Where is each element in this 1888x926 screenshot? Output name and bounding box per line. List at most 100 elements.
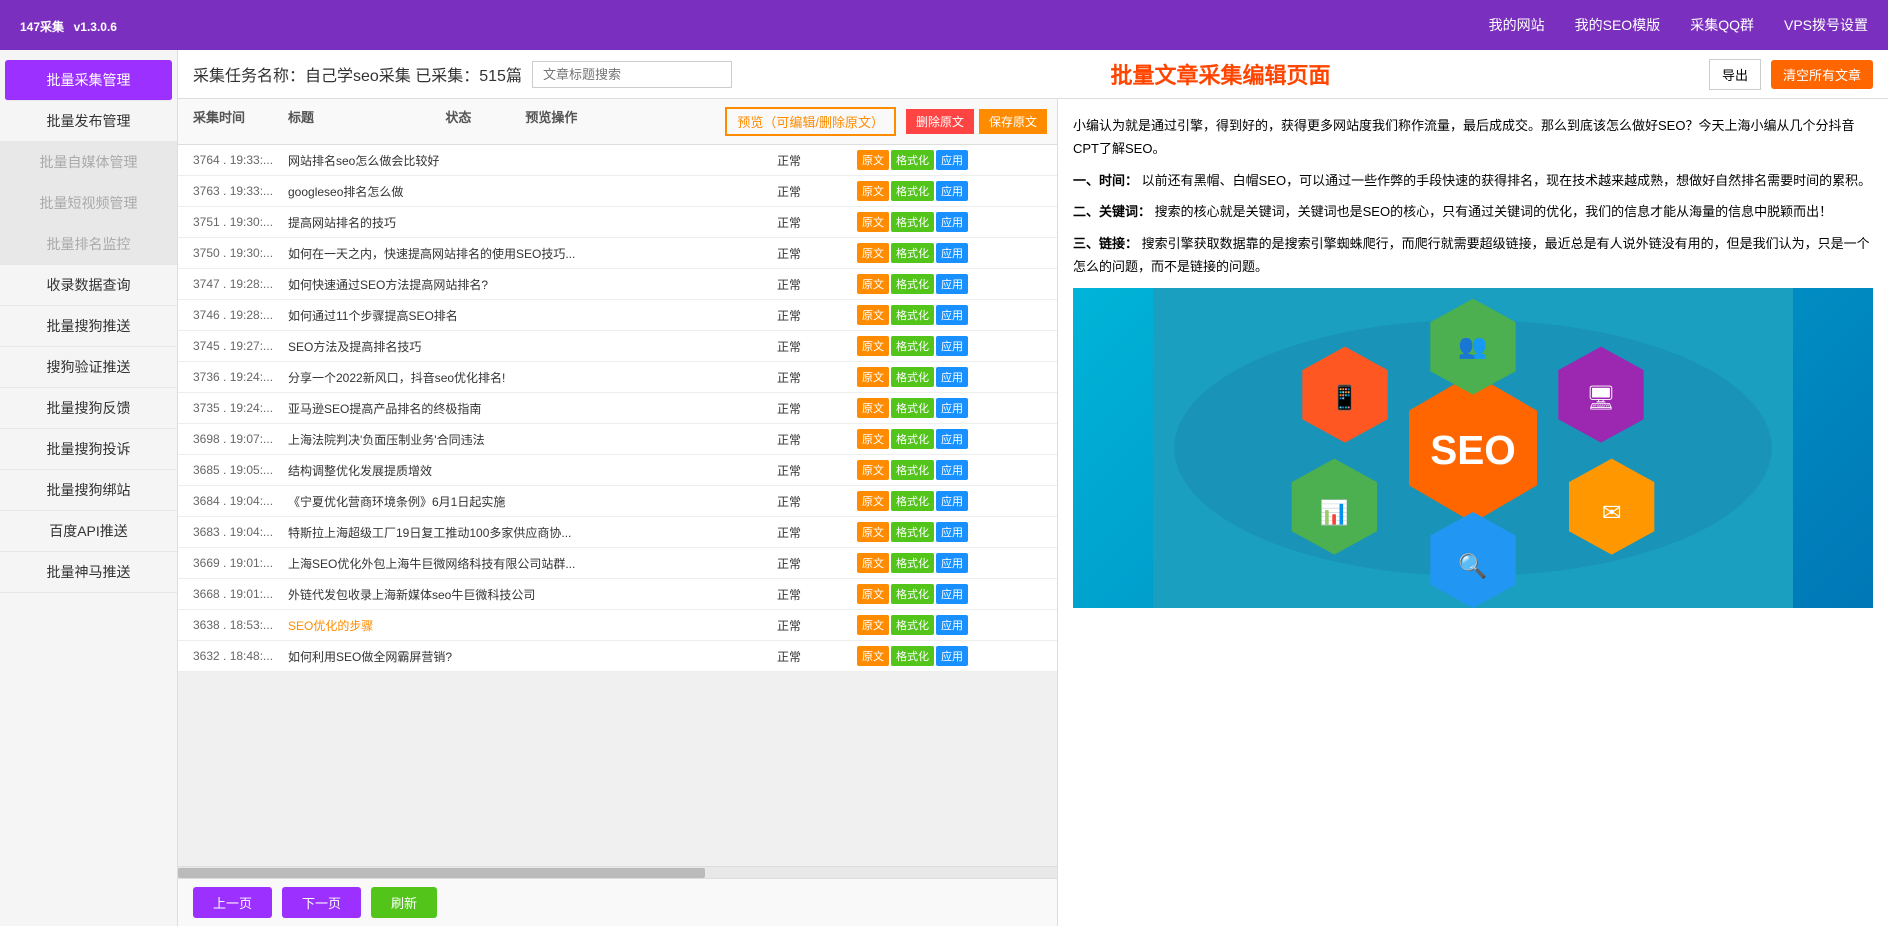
sidebar-item-sogou-feedback[interactable]: 批量搜狗反馈 — [0, 388, 177, 429]
next-button[interactable]: 下一页 — [282, 887, 361, 918]
search-input[interactable] — [532, 61, 732, 88]
op-btn-apply[interactable]: 应用 — [936, 460, 968, 480]
op-btn-orig[interactable]: 原文 — [857, 150, 889, 170]
op-btn-apply[interactable]: 应用 — [936, 181, 968, 201]
op-btn-format[interactable]: 格式化 — [891, 584, 934, 604]
sidebar-item-sogou-push[interactable]: 批量搜狗推送 — [0, 306, 177, 347]
op-btn-format[interactable]: 格式化 — [891, 336, 934, 356]
op-btn-format[interactable]: 格式化 — [891, 181, 934, 201]
sidebar-item-sogou-bind[interactable]: 批量搜狗绑站 — [0, 470, 177, 511]
op-btn-orig[interactable]: 原文 — [857, 615, 889, 635]
op-btn-orig[interactable]: 原文 — [857, 212, 889, 232]
table-row: 3685 . 19:05:...结构调整优化发展提质增效正常原文格式化应用 — [178, 455, 1057, 486]
op-btn-orig[interactable]: 原文 — [857, 460, 889, 480]
sidebar-item-data-query[interactable]: 收录数据查询 — [0, 265, 177, 306]
op-btn-format[interactable]: 格式化 — [891, 460, 934, 480]
op-btn-apply[interactable]: 应用 — [936, 553, 968, 573]
row-title: 亚马逊SEO提高产品排名的终极指南 — [288, 400, 777, 417]
preview-section3-text: 搜索引擎获取数据靠的是搜索引擎蜘蛛爬行，而爬行就需要超级链接，最近总是有人说外链… — [1073, 236, 1870, 274]
op-btn-format[interactable]: 格式化 — [891, 646, 934, 666]
row-time: 3638 . 18:53:... — [178, 618, 288, 632]
sidebar-item-rank-monitor: 批量排名监控 — [0, 224, 177, 265]
col-title-header: 标题 — [288, 107, 445, 136]
save-orig-button[interactable]: 保存原文 — [979, 109, 1047, 134]
sidebar-item-publish-manage[interactable]: 批量发布管理 — [0, 101, 177, 142]
nav-qq-group[interactable]: 采集QQ群 — [1690, 15, 1754, 35]
sidebar-item-sogou-verify[interactable]: 搜狗验证推送 — [0, 347, 177, 388]
op-btn-apply[interactable]: 应用 — [936, 615, 968, 635]
sidebar-item-baidu-api[interactable]: 百度API推送 — [0, 511, 177, 552]
row-status: 正常 — [777, 152, 857, 169]
op-btn-apply[interactable]: 应用 — [936, 212, 968, 232]
op-btn-format[interactable]: 格式化 — [891, 429, 934, 449]
op-btn-format[interactable]: 格式化 — [891, 491, 934, 511]
op-btn-apply[interactable]: 应用 — [936, 367, 968, 387]
table-scrollbar-thumb — [178, 868, 705, 878]
op-btn-apply[interactable]: 应用 — [936, 150, 968, 170]
row-ops: 原文格式化应用 — [857, 460, 1057, 480]
table-scrollbar[interactable] — [178, 866, 1057, 878]
refresh-button[interactable]: 刷新 — [371, 887, 437, 918]
table-row: 3698 . 19:07:...上海法院判决'负面压制业务'合同违法正常原文格式… — [178, 424, 1057, 455]
op-btn-format[interactable]: 格式化 — [891, 274, 934, 294]
nav-vps-setting[interactable]: VPS拨号设置 — [1784, 15, 1868, 35]
preview-text-intro: 小编认为就是通过引擎，得到好的，获得更多网站度我们称作流量，最后成成交。那么到底… — [1073, 114, 1873, 161]
op-btn-orig[interactable]: 原文 — [857, 367, 889, 387]
table-row: 3684 . 19:04:...《宁夏优化营商环境条例》6月1日起实施正常原文格… — [178, 486, 1057, 517]
op-btn-orig[interactable]: 原文 — [857, 336, 889, 356]
op-btn-apply[interactable]: 应用 — [936, 336, 968, 356]
op-btn-apply[interactable]: 应用 — [936, 646, 968, 666]
row-ops: 原文格式化应用 — [857, 522, 1057, 542]
op-btn-format[interactable]: 格式化 — [891, 398, 934, 418]
op-btn-orig[interactable]: 原文 — [857, 274, 889, 294]
content-area: 采集时间 标题 状态 预览操作 预览（可编辑/删除原文） 删除原文 保存原文 — [178, 99, 1888, 926]
table-area: 采集时间 标题 状态 预览操作 预览（可编辑/删除原文） 删除原文 保存原文 — [178, 99, 1058, 926]
op-btn-orig[interactable]: 原文 — [857, 243, 889, 263]
sidebar-item-video-manage: 批量短视频管理 — [0, 183, 177, 224]
op-btn-orig[interactable]: 原文 — [857, 181, 889, 201]
sidebar-item-shenma-push[interactable]: 批量神马推送 — [0, 552, 177, 593]
op-btn-orig[interactable]: 原文 — [857, 491, 889, 511]
table-row: 3747 . 19:28:...如何快速通过SEO方法提高网站排名?正常原文格式… — [178, 269, 1057, 300]
preview-ops-label: 预览操作 — [525, 110, 577, 125]
op-btn-format[interactable]: 格式化 — [891, 212, 934, 232]
row-time: 3747 . 19:28:... — [178, 277, 288, 291]
op-btn-orig[interactable]: 原文 — [857, 305, 889, 325]
op-btn-apply[interactable]: 应用 — [936, 243, 968, 263]
nav-my-site[interactable]: 我的网站 — [1489, 15, 1545, 35]
op-btn-format[interactable]: 格式化 — [891, 615, 934, 635]
op-btn-format[interactable]: 格式化 — [891, 150, 934, 170]
op-btn-apply[interactable]: 应用 — [936, 429, 968, 449]
nav-my-seo[interactable]: 我的SEO模版 — [1575, 15, 1661, 35]
row-title: googleseo排名怎么做 — [288, 183, 777, 200]
op-btn-apply[interactable]: 应用 — [936, 522, 968, 542]
op-btn-apply[interactable]: 应用 — [936, 491, 968, 511]
prev-button[interactable]: 上一页 — [193, 887, 272, 918]
preview-section2-text: 搜索的核心就是关键词，关键词也是SEO的核心，只有通过关键词的优化，我们的信息才… — [1155, 204, 1832, 219]
op-btn-format[interactable]: 格式化 — [891, 243, 934, 263]
clear-all-button[interactable]: 清空所有文章 — [1771, 60, 1873, 89]
op-btn-format[interactable]: 格式化 — [891, 553, 934, 573]
table-body: 3764 . 19:33:...网站排名seo怎么做会比较好正常原文格式化应用3… — [178, 145, 1057, 866]
op-btn-orig[interactable]: 原文 — [857, 646, 889, 666]
op-btn-format[interactable]: 格式化 — [891, 367, 934, 387]
sidebar-item-sogou-complaint[interactable]: 批量搜狗投诉 — [0, 429, 177, 470]
op-btn-format[interactable]: 格式化 — [891, 305, 934, 325]
row-time: 3669 . 19:01:... — [178, 556, 288, 570]
op-btn-apply[interactable]: 应用 — [936, 305, 968, 325]
op-btn-orig[interactable]: 原文 — [857, 522, 889, 542]
del-orig-button[interactable]: 删除原文 — [906, 109, 974, 134]
op-btn-orig[interactable]: 原文 — [857, 398, 889, 418]
row-time: 3683 . 19:04:... — [178, 525, 288, 539]
export-button[interactable]: 导出 — [1709, 59, 1761, 90]
op-btn-apply[interactable]: 应用 — [936, 584, 968, 604]
op-btn-orig[interactable]: 原文 — [857, 429, 889, 449]
sidebar-item-collect-manage[interactable]: 批量采集管理 — [5, 60, 172, 101]
row-title: SEO优化的步骤 — [288, 617, 777, 634]
table-header: 采集时间 标题 状态 预览操作 预览（可编辑/删除原文） 删除原文 保存原文 — [178, 99, 1057, 145]
op-btn-orig[interactable]: 原文 — [857, 553, 889, 573]
op-btn-orig[interactable]: 原文 — [857, 584, 889, 604]
op-btn-apply[interactable]: 应用 — [936, 398, 968, 418]
op-btn-format[interactable]: 格式化 — [891, 522, 934, 542]
op-btn-apply[interactable]: 应用 — [936, 274, 968, 294]
